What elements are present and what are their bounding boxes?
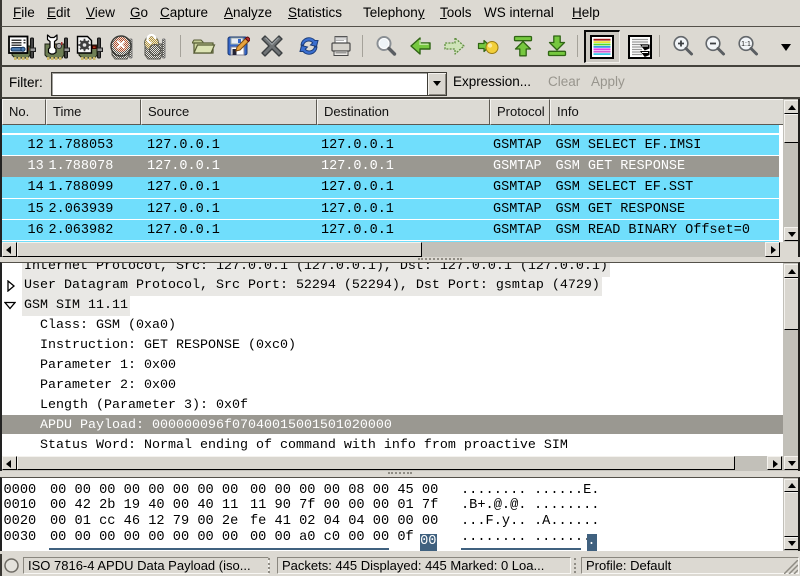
svg-text:1:1: 1:1 [741, 41, 751, 48]
